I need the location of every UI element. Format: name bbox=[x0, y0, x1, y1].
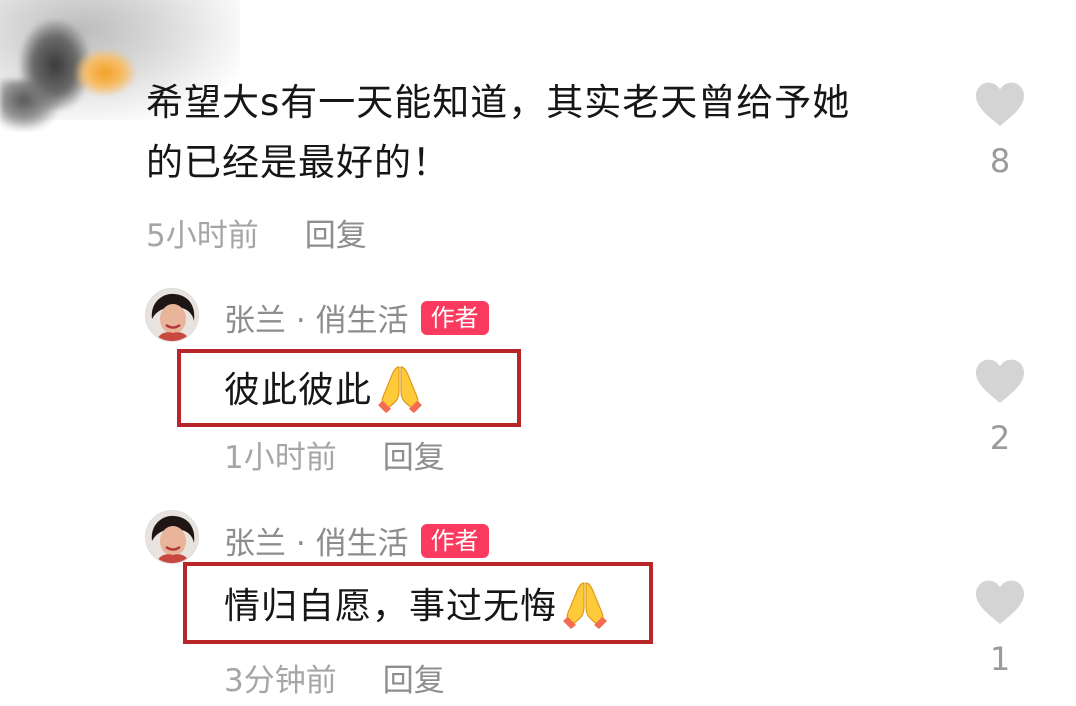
reply-body: 彼此彼此 bbox=[224, 356, 426, 418]
reply-text: 情归自愿，事过无悔 bbox=[224, 586, 558, 627]
reply-meta: 3分钟前 回复 bbox=[224, 655, 445, 700]
comment-reply-button[interactable]: 回复 bbox=[305, 218, 367, 254]
reply-author-line: 张兰 · 俏生活 作者 bbox=[224, 518, 489, 563]
reply-avatar[interactable] bbox=[145, 288, 199, 342]
reply-time: 3分钟前 bbox=[224, 663, 337, 699]
folded-hands-icon bbox=[563, 582, 608, 629]
reply-like-count: 2 bbox=[989, 419, 1011, 457]
reply-author-name[interactable]: 张兰 · 俏生活 bbox=[224, 518, 409, 563]
reply-like-button[interactable]: 1 bbox=[970, 578, 1030, 678]
comment-like-button[interactable]: 8 bbox=[970, 80, 1030, 180]
author-badge: 作者 bbox=[420, 300, 489, 335]
reply-author-name[interactable]: 张兰 · 俏生活 bbox=[224, 295, 409, 340]
reply-like-count: 1 bbox=[989, 640, 1011, 678]
reply-like-button[interactable]: 2 bbox=[970, 357, 1030, 457]
comment-time: 5小时前 bbox=[146, 218, 259, 254]
reply-time: 1小时前 bbox=[224, 440, 337, 476]
folded-hands-icon bbox=[378, 366, 423, 413]
reply-avatar[interactable] bbox=[145, 510, 199, 564]
reply-body: 情归自愿，事过无悔 bbox=[224, 572, 611, 634]
comment-line-2: 的已经是最好的！ bbox=[146, 141, 450, 184]
heart-icon bbox=[976, 580, 1024, 624]
reply-meta: 1小时前 回复 bbox=[224, 432, 445, 477]
heart-icon bbox=[976, 82, 1024, 126]
reply-reply-button[interactable]: 回复 bbox=[383, 440, 445, 476]
author-badge: 作者 bbox=[420, 523, 489, 558]
comment-meta: 5小时前 回复 bbox=[146, 210, 367, 255]
comment-like-count: 8 bbox=[989, 142, 1011, 180]
comment-line-1: 希望大s有一天能知道，其实老天曾给予她 bbox=[146, 81, 851, 124]
reply-author-line: 张兰 · 俏生活 作者 bbox=[224, 295, 489, 340]
reply-reply-button[interactable]: 回复 bbox=[383, 663, 445, 699]
heart-icon bbox=[976, 359, 1024, 403]
reply-text: 彼此彼此 bbox=[224, 370, 373, 411]
comment-body: 希望大s有一天能知道，其实老天曾给予她 的已经是最好的！ bbox=[146, 73, 946, 193]
